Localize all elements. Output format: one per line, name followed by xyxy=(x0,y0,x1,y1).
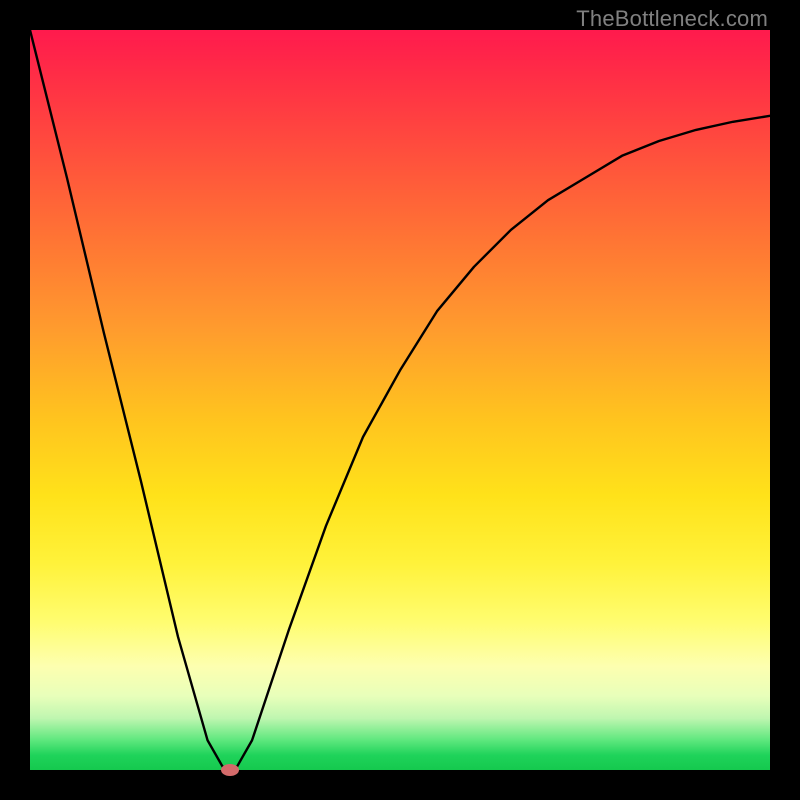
bottleneck-curve xyxy=(30,30,770,770)
chart-container: TheBottleneck.com xyxy=(0,0,800,800)
watermark-text: TheBottleneck.com xyxy=(576,6,768,32)
plot-area xyxy=(30,30,770,770)
minimum-marker xyxy=(221,764,239,776)
